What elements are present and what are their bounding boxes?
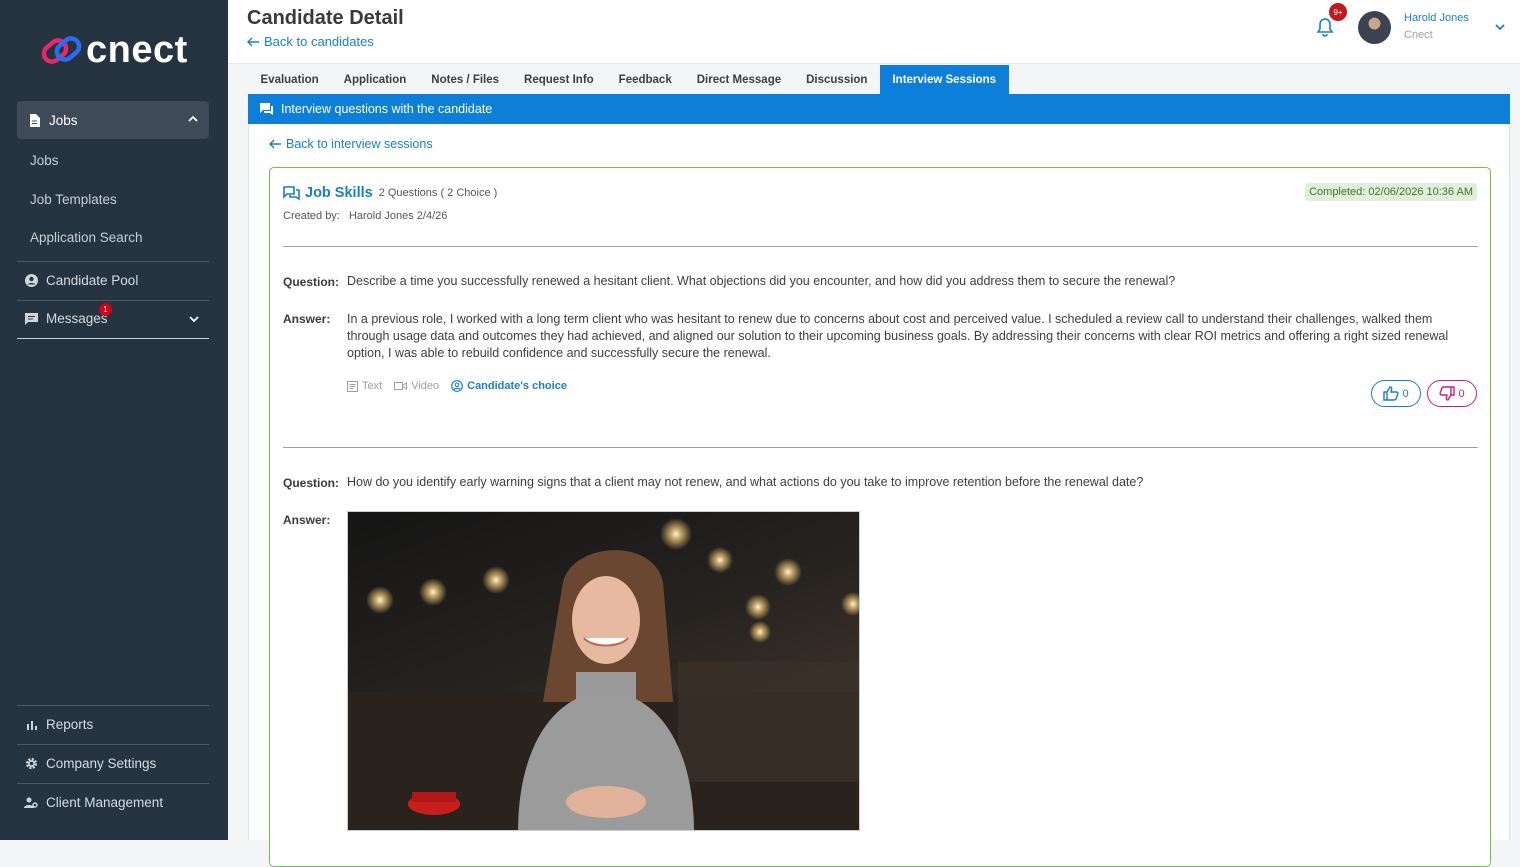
- video-icon: [394, 382, 408, 390]
- tab-interview-sessions[interactable]: Interview Sessions: [879, 65, 1009, 94]
- answer-mode-options: Text Video Candidate's choice: [347, 380, 579, 392]
- bar-chart-icon: [24, 718, 38, 732]
- thumbs-down-icon: [1439, 386, 1456, 401]
- avatar[interactable]: [1358, 11, 1391, 44]
- sidebar-item-reports[interactable]: Reports: [24, 717, 93, 732]
- section-banner: Interview questions with the candidate: [248, 94, 1510, 124]
- likes-count: 0: [1402, 387, 1409, 400]
- page-title: Candidate Detail: [247, 7, 404, 29]
- sidebar-item-label: Messages: [46, 311, 108, 326]
- questions-icon: [283, 185, 300, 200]
- sidebar-item-label: Reports: [46, 717, 94, 732]
- chat-icon: [260, 103, 273, 115]
- question-label: Question:: [283, 275, 339, 289]
- tab-request-info[interactable]: Request Info: [512, 65, 607, 94]
- sidebar-item-application-search[interactable]: Application Search: [30, 230, 143, 245]
- logo-text: cnect: [86, 28, 188, 71]
- text-icon: [347, 380, 358, 392]
- sidebar-item-label: Client Management: [46, 795, 164, 810]
- user-org: Cnect: [1404, 29, 1433, 41]
- users-cog-icon: [24, 796, 38, 810]
- sidebar-item-client-management[interactable]: Client Management: [24, 795, 163, 810]
- session-card: Job Skills 2 Questions ( 2 Choice ) Crea…: [269, 167, 1491, 867]
- user-circle-icon: [451, 380, 464, 392]
- candidate-video-image: [348, 518, 859, 830]
- sidebar-item-job-templates[interactable]: Job Templates: [30, 192, 117, 207]
- mode-text-label: Text: [362, 380, 383, 392]
- sidebar-item-label: Company Settings: [46, 756, 157, 771]
- sidebar-item-label: Candidate Pool: [46, 273, 139, 288]
- chevron-up-icon: [187, 113, 199, 128]
- sidebar-divider: [17, 783, 209, 784]
- answer-text: In a previous role, I worked with a long…: [347, 312, 1449, 360]
- cnect-logo[interactable]: cnect: [40, 28, 188, 72]
- dislikes-count: 0: [1458, 387, 1465, 400]
- question-label: Question:: [283, 476, 339, 490]
- tab-notes-files[interactable]: Notes / Files: [419, 65, 512, 94]
- sidebar-item-jobs[interactable]: Jobs: [30, 153, 59, 168]
- mode-video: Video: [394, 380, 439, 392]
- chat-icon: [24, 312, 38, 326]
- sidebar-item-candidate-pool[interactable]: Candidate Pool: [24, 273, 138, 288]
- question-count: 2 Questions ( 2 Choice ): [378, 187, 498, 199]
- back-to-candidates-link[interactable]: Back to candidates: [247, 34, 374, 49]
- back-to-sessions-link[interactable]: Back to interview sessions: [269, 137, 433, 151]
- messages-badge: 1: [99, 303, 112, 316]
- tab-bar: Evaluation Application Notes / Files Req…: [248, 65, 1009, 94]
- sidebar-divider: [17, 744, 209, 745]
- top-header: Candidate Detail Back to candidates 9+ H…: [228, 0, 1520, 64]
- mode-choice-label: Candidate's choice: [467, 380, 567, 392]
- notification-badge: 9+: [1329, 3, 1347, 21]
- notification-bell-icon[interactable]: [1316, 17, 1334, 42]
- divider: [283, 246, 1478, 247]
- tab-evaluation[interactable]: Evaluation: [248, 65, 331, 94]
- question-text: Describe a time you successfully renewed…: [347, 274, 1176, 288]
- document-icon: [27, 113, 41, 127]
- back-link-label: Back to candidates: [264, 34, 374, 49]
- sidebar-jobs-label: Jobs: [49, 112, 78, 128]
- sidebar-item-company-settings[interactable]: Company Settings: [24, 756, 156, 771]
- sidebar-divider: [17, 300, 209, 301]
- tab-direct-message[interactable]: Direct Message: [684, 65, 793, 94]
- user-name[interactable]: Harold Jones: [1404, 12, 1469, 24]
- chevron-down-icon[interactable]: [1494, 20, 1506, 38]
- mode-candidates-choice: Candidate's choice: [451, 380, 567, 392]
- session-header: Job Skills 2 Questions ( 2 Choice ): [283, 185, 497, 201]
- tab-discussion[interactable]: Discussion: [794, 65, 880, 94]
- completed-badge: Completed: 02/06/2026 10:36 AM: [1305, 183, 1477, 201]
- arrow-left-icon: [247, 37, 259, 46]
- answer-label: Answer:: [283, 312, 331, 326]
- session-title: Job Skills: [305, 185, 373, 201]
- user-circle-icon: [24, 274, 38, 288]
- sidebar-jobs-section[interactable]: Jobs: [17, 101, 209, 139]
- created-by: Created by: Harold Jones 2/4/26: [283, 210, 447, 222]
- gear-icon: [24, 757, 38, 771]
- thumbs-up-icon: [1383, 386, 1400, 401]
- sidebar-divider: [17, 261, 209, 262]
- sidebar-divider: [17, 338, 209, 339]
- thumbs-down-button[interactable]: 0: [1427, 380, 1477, 407]
- created-label: Created by:: [283, 210, 340, 222]
- sidebar-item-messages[interactable]: Messages: [24, 311, 204, 326]
- banner-text: Interview questions with the candidate: [281, 102, 493, 116]
- thumbs-up-button[interactable]: 0: [1371, 380, 1421, 407]
- arrow-left-icon: [269, 139, 281, 149]
- question-text: How do you identify early warning signs …: [347, 475, 1144, 489]
- video-answer-thumbnail[interactable]: [347, 511, 860, 831]
- chevron-down-icon: [188, 313, 200, 328]
- sidebar: cnect Jobs Jobs Job Templates Applicatio…: [0, 0, 228, 840]
- interview-panel: Back to interview sessions Job Skills 2 …: [248, 124, 1510, 867]
- sidebar-divider: [17, 705, 209, 706]
- divider: [283, 447, 1478, 448]
- logo-link-icon: [41, 36, 82, 64]
- mode-video-label: Video: [411, 380, 440, 392]
- created-value: Harold Jones 2/4/26: [348, 210, 448, 222]
- mode-text: Text: [347, 380, 382, 392]
- tab-application[interactable]: Application: [331, 65, 419, 94]
- tab-feedback[interactable]: Feedback: [606, 65, 684, 94]
- back-sessions-label: Back to interview sessions: [286, 137, 433, 151]
- answer-label: Answer:: [283, 513, 331, 527]
